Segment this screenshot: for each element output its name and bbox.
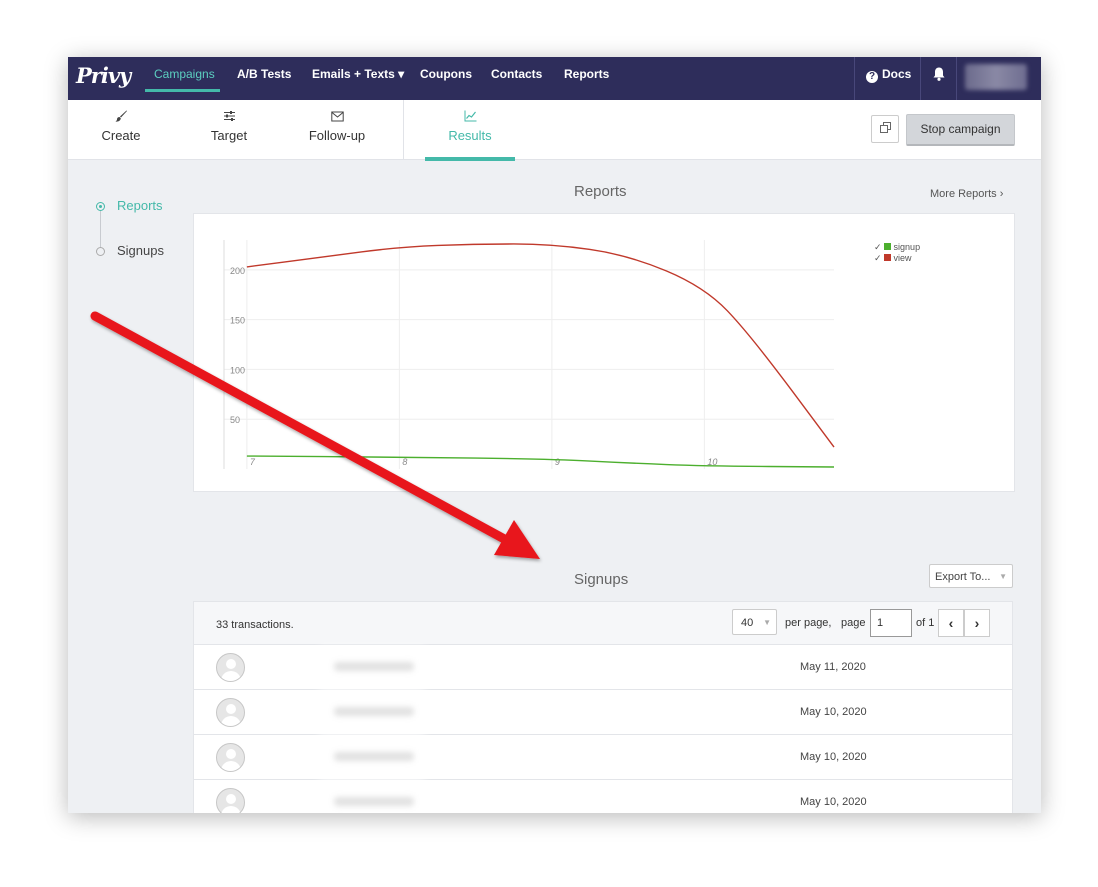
- copy-icon: [879, 122, 891, 133]
- sidebar-connector: [100, 211, 101, 249]
- legend-label: view: [893, 253, 912, 263]
- sidebar-item-signups[interactable]: Signups: [117, 243, 164, 258]
- table-row[interactable]: May 11, 2020: [193, 645, 1013, 690]
- legend-label: signup: [893, 242, 921, 252]
- nav-active-indicator: [145, 89, 220, 92]
- step-target[interactable]: Target: [189, 110, 269, 143]
- app-window: Privy Campaigns A/B Tests Emails + Texts…: [68, 57, 1041, 813]
- nav-divider: [956, 57, 957, 100]
- nav-emails-texts[interactable]: Emails + Texts ▾: [312, 67, 404, 81]
- more-reports-link[interactable]: More Reports ›: [930, 188, 1003, 200]
- page-number-input[interactable]: 1: [870, 609, 912, 637]
- chevron-left-icon: ‹: [948, 615, 954, 631]
- reports-title: Reports: [574, 183, 627, 200]
- line-chart-icon: [430, 110, 510, 126]
- envelope-icon: [297, 110, 377, 126]
- sidebar-item-reports[interactable]: Reports: [117, 198, 163, 213]
- next-page-button[interactable]: ›: [964, 609, 990, 637]
- export-label: Export To...: [935, 571, 991, 583]
- legend-swatch: [883, 243, 891, 250]
- legend-swatch: [883, 254, 891, 261]
- signups-table-toolbar: 33 transactions. 40 ▼ per page, page 1 o…: [193, 601, 1013, 645]
- signup-date: May 10, 2020: [800, 796, 867, 808]
- chevron-right-icon: ›: [974, 615, 980, 631]
- privy-logo[interactable]: Privy: [76, 63, 131, 88]
- step-create[interactable]: Create: [81, 110, 161, 143]
- series-line-view: [246, 243, 835, 448]
- page-label: page: [841, 617, 866, 629]
- caret-down-icon: ▼: [763, 618, 771, 627]
- signup-date: May 10, 2020: [800, 751, 867, 763]
- sliders-icon: [189, 110, 269, 126]
- prev-page-button[interactable]: ‹: [938, 609, 964, 637]
- sidebar-dot-reports: [96, 202, 105, 211]
- step-label: Create: [101, 128, 141, 143]
- step-follow-up[interactable]: Follow-up: [297, 110, 377, 143]
- export-dropdown[interactable]: Export To... ▼: [929, 564, 1013, 588]
- account-menu[interactable]: [965, 64, 1027, 90]
- nav-divider: [920, 57, 921, 100]
- caret-down-icon: ▼: [999, 572, 1007, 581]
- campaign-steps-bar: Create Target Follow-up Results Stop cam…: [68, 100, 1041, 161]
- copy-campaign-button[interactable]: [871, 115, 899, 143]
- avatar: [216, 788, 245, 813]
- table-row[interactable]: May 10, 2020: [193, 780, 1013, 813]
- steps-divider: [403, 100, 404, 159]
- per-page-label: per page,: [785, 617, 832, 629]
- step-label: Target: [210, 128, 248, 143]
- brush-icon: [81, 110, 161, 126]
- transaction-count: 33 transactions.: [216, 619, 294, 631]
- x-tick-label: 8: [402, 457, 407, 467]
- table-row[interactable]: May 10, 2020: [193, 735, 1013, 780]
- avatar: [216, 698, 245, 727]
- signups-title: Signups: [574, 571, 629, 588]
- page-total-label: of 1: [916, 617, 935, 629]
- x-tick-label: 7: [250, 457, 256, 467]
- sidebar-dot-signups: [96, 247, 105, 256]
- signup-date: May 11, 2020: [800, 661, 866, 673]
- top-nav: Privy Campaigns A/B Tests Emails + Texts…: [68, 57, 1041, 100]
- x-tick-label: 9: [555, 457, 560, 467]
- step-results[interactable]: Results: [430, 110, 510, 143]
- step-label: Results: [448, 128, 492, 143]
- reports-chart-card: 50 100 150 200 7 8 9 10 ✓ signup ✓ view: [193, 213, 1015, 492]
- nav-ab-tests[interactable]: A/B Tests: [237, 67, 291, 81]
- nav-reports[interactable]: Reports: [564, 67, 609, 81]
- bell-icon[interactable]: [932, 66, 946, 82]
- arrow-head: [494, 520, 540, 559]
- nav-contacts[interactable]: Contacts: [491, 67, 542, 81]
- chart-legend: ✓ signup ✓ view: [874, 242, 920, 264]
- docs-link[interactable]: ? Docs: [866, 67, 911, 83]
- avatar: [216, 743, 245, 772]
- stop-campaign-button[interactable]: Stop campaign: [906, 114, 1015, 146]
- table-row[interactable]: May 10, 2020: [193, 690, 1013, 735]
- step-label: Follow-up: [308, 128, 366, 143]
- y-tick-label: 150: [230, 316, 245, 326]
- nav-divider: [854, 57, 855, 100]
- y-tick-label: 200: [230, 266, 245, 276]
- y-tick-label: 100: [230, 365, 245, 375]
- nav-campaigns[interactable]: Campaigns: [154, 67, 215, 81]
- y-tick-label: 50: [230, 415, 240, 425]
- nav-coupons[interactable]: Coupons: [420, 67, 472, 81]
- signup-date: May 10, 2020: [800, 706, 867, 718]
- per-page-select[interactable]: 40 ▼: [732, 609, 777, 635]
- avatar: [216, 653, 245, 682]
- active-step-indicator: [425, 157, 515, 161]
- series-line-signup: [246, 455, 835, 468]
- per-page-value: 40: [741, 617, 754, 629]
- legend-item-signup[interactable]: ✓ signup: [874, 242, 920, 253]
- redaction-overlay: [319, 645, 425, 813]
- docs-label: Docs: [882, 67, 912, 81]
- legend-item-view[interactable]: ✓ view: [874, 253, 920, 264]
- question-icon: ?: [866, 71, 878, 83]
